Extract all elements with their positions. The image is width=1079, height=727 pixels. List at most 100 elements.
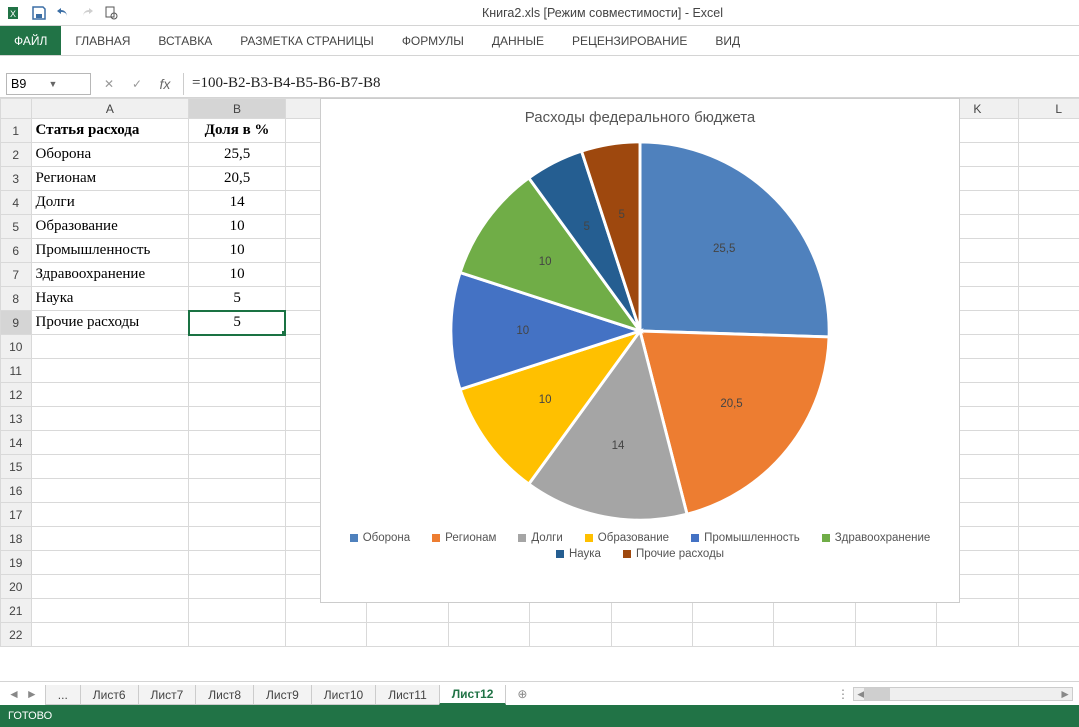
cell-A15[interactable] <box>31 455 189 479</box>
cell-A2[interactable]: Оборона <box>31 143 189 167</box>
new-sheet-button[interactable]: ⊕ <box>512 687 532 701</box>
cell-B17[interactable] <box>189 503 286 527</box>
name-box-dropdown-icon[interactable]: ▼ <box>49 79 87 89</box>
cell-L10[interactable] <box>1018 335 1079 359</box>
cell-F22[interactable] <box>530 623 611 647</box>
cell-B12[interactable] <box>189 383 286 407</box>
cell-L11[interactable] <box>1018 359 1079 383</box>
spreadsheet-grid[interactable]: ABCDEFGHIJKL1Статья расходаДоля в %2Обор… <box>0 98 1079 658</box>
sheet-tab-ellipsis[interactable]: ... <box>45 685 81 705</box>
sheet-tab-Лист6[interactable]: Лист6 <box>80 685 139 705</box>
row-header-18[interactable]: 18 <box>1 527 32 551</box>
ribbon-tab-файл[interactable]: ФАЙЛ <box>0 26 61 55</box>
row-header-15[interactable]: 15 <box>1 455 32 479</box>
cell-B6[interactable]: 10 <box>189 239 286 263</box>
cell-A6[interactable]: Промышленность <box>31 239 189 263</box>
cell-A21[interactable] <box>31 599 189 623</box>
cell-B4[interactable]: 14 <box>189 191 286 215</box>
cell-L12[interactable] <box>1018 383 1079 407</box>
row-header-20[interactable]: 20 <box>1 575 32 599</box>
row-header-4[interactable]: 4 <box>1 191 32 215</box>
sheet-tab-Лист8[interactable]: Лист8 <box>195 685 254 705</box>
cell-L19[interactable] <box>1018 551 1079 575</box>
hscroll-thumb[interactable] <box>864 688 890 700</box>
ribbon-tab-разметка страницы[interactable]: РАЗМЕТКА СТРАНИЦЫ <box>226 26 388 55</box>
cell-B22[interactable] <box>189 623 286 647</box>
row-header-21[interactable]: 21 <box>1 599 32 623</box>
enter-icon[interactable]: ✓ <box>127 77 147 91</box>
cell-A9[interactable]: Прочие расходы <box>31 311 189 335</box>
cell-A8[interactable]: Наука <box>31 287 189 311</box>
cell-B10[interactable] <box>189 335 286 359</box>
ribbon-tab-формулы[interactable]: ФОРМУЛЫ <box>388 26 478 55</box>
cell-A4[interactable]: Долги <box>31 191 189 215</box>
cell-L15[interactable] <box>1018 455 1079 479</box>
cell-A19[interactable] <box>31 551 189 575</box>
cell-D22[interactable] <box>367 623 448 647</box>
cell-G22[interactable] <box>611 623 692 647</box>
sheet-tab-Лист12[interactable]: Лист12 <box>439 685 507 705</box>
cell-B14[interactable] <box>189 431 286 455</box>
cell-B16[interactable] <box>189 479 286 503</box>
ribbon-tab-главная[interactable]: ГЛАВНАЯ <box>61 26 144 55</box>
cell-A1[interactable]: Статья расхода <box>31 119 189 143</box>
cell-B20[interactable] <box>189 575 286 599</box>
cell-B3[interactable]: 20,5 <box>189 167 286 191</box>
cell-L7[interactable] <box>1018 263 1079 287</box>
cell-L8[interactable] <box>1018 287 1079 311</box>
cell-H22[interactable] <box>692 623 773 647</box>
cell-A3[interactable]: Регионам <box>31 167 189 191</box>
cell-A5[interactable]: Образование <box>31 215 189 239</box>
cell-K22[interactable] <box>937 623 1018 647</box>
formula-input[interactable]: =100-B2-B3-B4-B5-B6-B7-B8 <box>183 73 1073 95</box>
cell-B11[interactable] <box>189 359 286 383</box>
cell-A14[interactable] <box>31 431 189 455</box>
undo-icon[interactable] <box>54 4 72 22</box>
cell-B7[interactable]: 10 <box>189 263 286 287</box>
row-header-1[interactable]: 1 <box>1 119 32 143</box>
cell-A12[interactable] <box>31 383 189 407</box>
cell-A17[interactable] <box>31 503 189 527</box>
cell-L18[interactable] <box>1018 527 1079 551</box>
cell-B18[interactable] <box>189 527 286 551</box>
cell-B15[interactable] <box>189 455 286 479</box>
cell-L14[interactable] <box>1018 431 1079 455</box>
col-header-B[interactable]: B <box>189 99 286 119</box>
horizontal-scrollbar[interactable]: ⋮ ◄ ► <box>532 687 1079 701</box>
cell-B5[interactable]: 10 <box>189 215 286 239</box>
redo-icon[interactable] <box>78 4 96 22</box>
cell-B19[interactable] <box>189 551 286 575</box>
cell-B1[interactable]: Доля в % <box>189 119 286 143</box>
row-header-16[interactable]: 16 <box>1 479 32 503</box>
cell-A11[interactable] <box>31 359 189 383</box>
cell-J22[interactable] <box>855 623 936 647</box>
cell-B8[interactable]: 5 <box>189 287 286 311</box>
cell-L3[interactable] <box>1018 167 1079 191</box>
cell-B2[interactable]: 25,5 <box>189 143 286 167</box>
cell-A18[interactable] <box>31 527 189 551</box>
row-header-7[interactable]: 7 <box>1 263 32 287</box>
cell-A20[interactable] <box>31 575 189 599</box>
row-header-9[interactable]: 9 <box>1 311 32 335</box>
row-header-6[interactable]: 6 <box>1 239 32 263</box>
cell-A22[interactable] <box>31 623 189 647</box>
row-header-17[interactable]: 17 <box>1 503 32 527</box>
row-header-19[interactable]: 19 <box>1 551 32 575</box>
ribbon-tab-рецензирование[interactable]: РЕЦЕНЗИРОВАНИЕ <box>558 26 701 55</box>
sheet-nav-next-icon[interactable]: ► <box>26 687 38 701</box>
row-header-8[interactable]: 8 <box>1 287 32 311</box>
cell-B13[interactable] <box>189 407 286 431</box>
cell-L20[interactable] <box>1018 575 1079 599</box>
print-preview-icon[interactable] <box>102 4 120 22</box>
cell-L16[interactable] <box>1018 479 1079 503</box>
ribbon-tab-данные[interactable]: ДАННЫЕ <box>478 26 558 55</box>
sheet-tab-Лист10[interactable]: Лист10 <box>311 685 376 705</box>
ribbon-tab-вставка[interactable]: ВСТАВКА <box>144 26 226 55</box>
cell-L17[interactable] <box>1018 503 1079 527</box>
hscroll-track[interactable]: ◄ ► <box>853 687 1073 701</box>
sheet-nav-buttons[interactable]: ◄ ► <box>0 687 46 701</box>
row-header-5[interactable]: 5 <box>1 215 32 239</box>
select-all-corner[interactable] <box>1 99 32 119</box>
cell-L4[interactable] <box>1018 191 1079 215</box>
cell-E22[interactable] <box>448 623 529 647</box>
